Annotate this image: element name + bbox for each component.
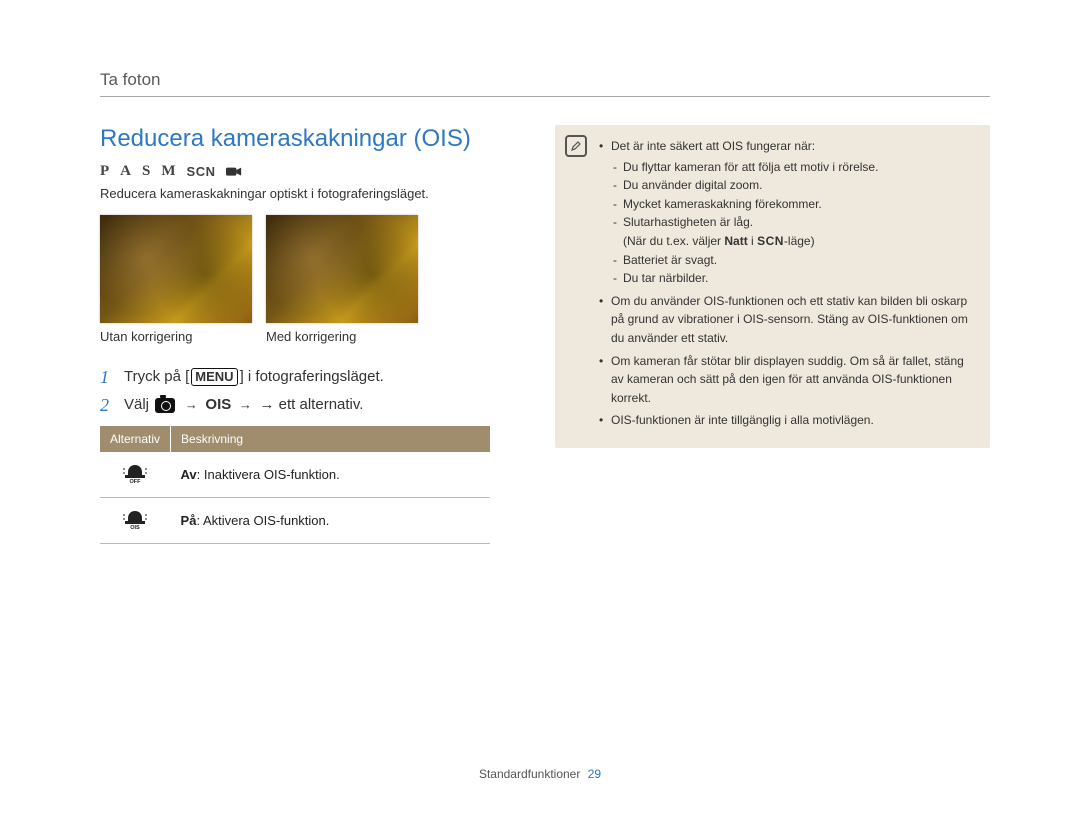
step-1: 1 Tryck på [MENU] i fotograferingsläget. (100, 368, 500, 386)
note-sub-item: Batteriet är svagt. (613, 251, 976, 270)
row-off-bold: Av (181, 467, 197, 482)
mode-a: A (120, 163, 131, 180)
svg-text:OIS: OIS (131, 525, 141, 530)
page-title: Reducera kameraskakningar (OIS) (100, 125, 500, 153)
note-sub-item: Du tar närbilder. (613, 269, 976, 288)
ois-label: OIS (205, 396, 231, 413)
note-sub-item: Slutarhastigheten är låg. (När du t.ex. … (613, 213, 976, 250)
breadcrumb: Ta foton (100, 70, 990, 97)
table-row: OIS På: Aktivera OIS-funktion. (100, 498, 490, 544)
note-bullet: Om du använder OIS-funktionen och ett st… (599, 292, 976, 348)
options-table: Alternativ Beskrivning OFF Av: Inaktiver… (100, 426, 490, 544)
step2-text-a: Välj (124, 396, 153, 413)
note-icon (565, 135, 587, 157)
note-bullet: Om kameran får stötar blir displayen sud… (599, 352, 976, 408)
table-row: OFF Av: Inaktivera OIS-funktion. (100, 452, 490, 498)
row-off-text: : Inaktivera OIS-funktion. (197, 467, 340, 482)
caption-with: Med korrigering (266, 329, 418, 344)
th-description: Beskrivning (171, 426, 490, 452)
step-2: 2 Välj → OIS → → ett alternativ. (100, 396, 500, 414)
mode-p: P (100, 163, 109, 180)
note-sub-item: Mycket kameraskakning förekommer. (613, 195, 976, 214)
example-images (100, 215, 500, 323)
svg-text:OFF: OFF (130, 479, 142, 484)
note-paren-a: (När du t.ex. väljer (623, 234, 724, 248)
note-sub-text: Slutarhastigheten är låg. (623, 215, 753, 229)
arrow-icon: → (235, 397, 255, 412)
note-paren-d: -läge) (784, 234, 815, 248)
arrow-icon: → (181, 397, 201, 412)
note-paren-c: i (748, 234, 757, 248)
image-with-correction (266, 215, 418, 323)
th-option: Alternativ (100, 426, 171, 452)
note-natt: Natt (724, 232, 747, 251)
intro-text: Reducera kameraskakningar optiskt i foto… (100, 186, 500, 201)
step1-text-b: ] i fotograferingsläget. (240, 368, 384, 385)
row-on-text: : Aktivera OIS-funktion. (196, 513, 329, 528)
page-footer: Standardfunktioner 29 (0, 767, 1080, 781)
mode-indicators: P A S M SCN (100, 163, 500, 180)
ois-off-icon: OFF (122, 462, 148, 484)
step-number: 1 (100, 368, 114, 386)
camera-icon (155, 398, 175, 413)
mode-m: M (161, 163, 175, 180)
menu-button-label: MENU (191, 368, 237, 386)
movie-mode-icon (226, 166, 242, 178)
note-scn: SCN (757, 234, 784, 248)
step-number: 2 (100, 396, 114, 414)
note-bullet: OIS-funktionen är inte tillgänglig i all… (599, 411, 976, 430)
row-on-bold: På (181, 513, 197, 528)
footer-page-number: 29 (588, 767, 601, 781)
ois-on-icon: OIS (122, 508, 148, 530)
note-sub-item: Du använder digital zoom. (613, 176, 976, 195)
step2-text-c: → ett alternativ. (260, 396, 364, 413)
image-without-correction (100, 215, 252, 323)
note-sub-item: Du flyttar kameran för att följa ett mot… (613, 158, 976, 177)
mode-s: S (142, 163, 150, 180)
caption-without: Utan korrigering (100, 329, 252, 344)
step1-text-a: Tryck på [ (124, 368, 189, 385)
footer-section: Standardfunktioner (479, 767, 580, 781)
mode-scn: SCN (187, 164, 216, 179)
note-lead: Det är inte säkert att OIS fungerar när: (611, 139, 815, 153)
note-box: Det är inte säkert att OIS fungerar när:… (555, 125, 990, 448)
